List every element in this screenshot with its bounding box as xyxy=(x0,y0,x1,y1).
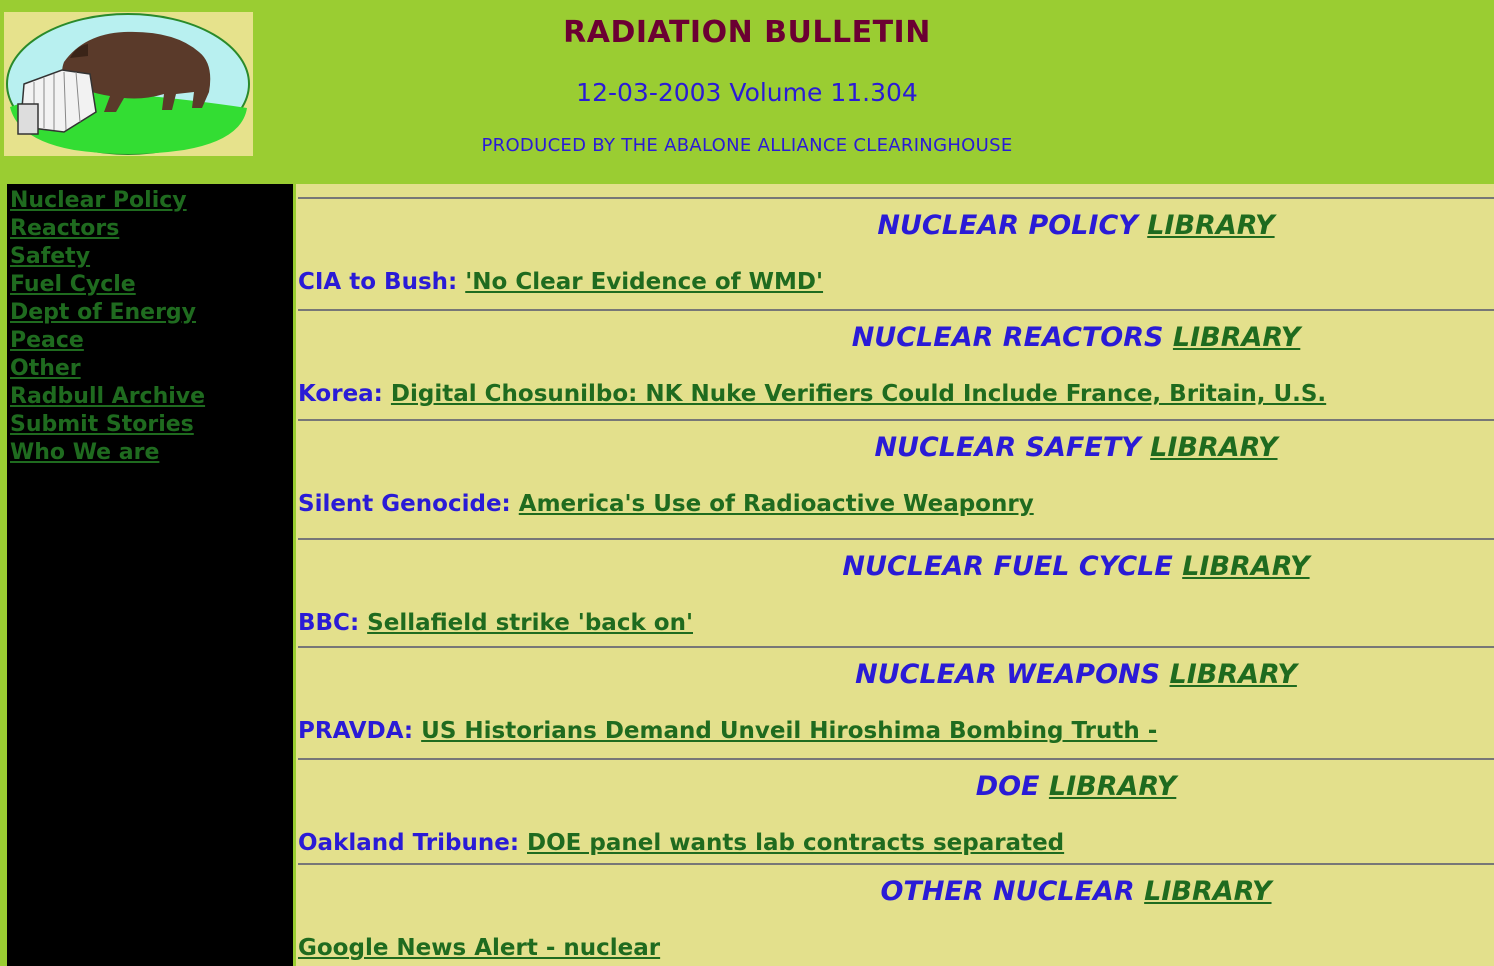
sidebar-link-reactors[interactable]: Reactors xyxy=(10,216,119,241)
story-item: Silent Genocide: America's Use of Radioa… xyxy=(298,491,1034,517)
sidebar-item-submit-stories: Submit Stories xyxy=(10,411,293,439)
sidebar-item-who-we-are: Who We are xyxy=(10,439,293,467)
story-item: BBC: Sellafield strike 'back on' xyxy=(298,610,693,636)
library-link-nuclear-reactors[interactable]: LIBRARY xyxy=(1173,322,1300,353)
sidebar-link-safety[interactable]: Safety xyxy=(10,244,90,269)
section-divider xyxy=(298,646,1494,648)
sidebar-link-who-we-are[interactable]: Who We are xyxy=(10,440,159,465)
story-link[interactable]: Sellafield strike 'back on' xyxy=(367,610,693,636)
sidebar-link-submit-stories[interactable]: Submit Stories xyxy=(10,412,194,437)
sidebar-link-peace[interactable]: Peace xyxy=(10,328,84,353)
sidebar-item-safety: Safety xyxy=(10,243,293,271)
library-link-nuclear-safety[interactable]: LIBRARY xyxy=(1150,432,1277,463)
sidebar-link-fuel-cycle[interactable]: Fuel Cycle xyxy=(10,272,136,297)
issue-date-volume: 12-03-2003 Volume 11.304 xyxy=(576,78,918,107)
section-divider xyxy=(298,538,1494,540)
section-heading: NUCLEAR POLICY LIBRARY xyxy=(296,210,1494,241)
library-link-nuclear-fuel-cycle[interactable]: LIBRARY xyxy=(1182,551,1309,582)
story-link[interactable]: America's Use of Radioactive Weaponry xyxy=(519,491,1034,517)
bulletin-content: NUCLEAR POLICY LIBRARY CIA to Bush: 'No … xyxy=(296,184,1494,966)
section-heading: NUCLEAR WEAPONS LIBRARY xyxy=(296,659,1494,690)
story-link[interactable]: Digital Chosunilbo: NK Nuke Verifiers Co… xyxy=(391,381,1326,407)
story-link[interactable]: 'No Clear Evidence of WMD' xyxy=(465,269,823,295)
sidebar-link-radbull-archive[interactable]: Radbull Archive xyxy=(10,384,205,409)
library-link-nuclear-policy[interactable]: LIBRARY xyxy=(1147,210,1274,241)
section-heading-label: DOE xyxy=(975,771,1040,802)
producer-credit: PRODUCED BY THE ABALONE ALLIANCE CLEARIN… xyxy=(481,135,1013,156)
sidebar-link-other[interactable]: Other xyxy=(10,356,81,381)
sidebar-item-peace: Peace xyxy=(10,327,293,355)
section-divider xyxy=(298,758,1494,760)
sidebar-item-radbull-archive: Radbull Archive xyxy=(10,383,293,411)
sidebar-link-nuclear-policy[interactable]: Nuclear Policy xyxy=(10,188,187,213)
sidebar-item-nuclear-policy: Nuclear Policy xyxy=(10,187,293,215)
library-link-other-nuclear[interactable]: LIBRARY xyxy=(1144,876,1271,907)
section-heading: NUCLEAR SAFETY LIBRARY xyxy=(296,432,1494,463)
story-link[interactable]: Google News Alert - nuclear xyxy=(298,935,660,961)
story-link[interactable]: DOE panel wants lab contracts separated xyxy=(527,830,1064,856)
section-heading-label: NUCLEAR POLICY xyxy=(877,210,1138,241)
story-item: PRAVDA: US Historians Demand Unveil Hiro… xyxy=(298,718,1157,744)
library-link-nuclear-weapons[interactable]: LIBRARY xyxy=(1170,659,1297,690)
section-heading-label: OTHER NUCLEAR xyxy=(880,876,1135,907)
story-item: Oakland Tribune: DOE panel wants lab con… xyxy=(298,830,1064,856)
section-divider xyxy=(298,863,1494,865)
library-link-doe[interactable]: LIBRARY xyxy=(1049,771,1176,802)
section-heading: NUCLEAR FUEL CYCLE LIBRARY xyxy=(296,551,1494,582)
sidebar-nav: Nuclear Policy Reactors Safety Fuel Cycl… xyxy=(7,184,293,966)
story-item: Korea: Digital Chosunilbo: NK Nuke Verif… xyxy=(298,381,1326,407)
story-link[interactable]: US Historians Demand Unveil Hiroshima Bo… xyxy=(421,718,1157,744)
section-heading: DOE LIBRARY xyxy=(296,771,1494,802)
section-heading-label: NUCLEAR WEAPONS xyxy=(855,659,1161,690)
sidebar-item-dept-of-energy: Dept of Energy xyxy=(10,299,293,327)
story-source: Oakland Tribune: xyxy=(298,830,520,856)
story-source: BBC: xyxy=(298,610,360,636)
section-heading-label: NUCLEAR SAFETY xyxy=(874,432,1141,463)
sidebar-item-other: Other xyxy=(10,355,293,383)
story-item: CIA to Bush: 'No Clear Evidence of WMD' xyxy=(298,269,823,295)
section-heading-label: NUCLEAR REACTORS xyxy=(851,322,1164,353)
sidebar-item-reactors: Reactors xyxy=(10,215,293,243)
story-source: CIA to Bush: xyxy=(298,269,458,295)
page-title: RADIATION BULLETIN xyxy=(563,15,931,50)
sidebar-item-fuel-cycle: Fuel Cycle xyxy=(10,271,293,299)
section-divider xyxy=(298,309,1494,311)
section-heading: OTHER NUCLEAR LIBRARY xyxy=(296,876,1494,907)
section-heading-label: NUCLEAR FUEL CYCLE xyxy=(842,551,1173,582)
story-source: PRAVDA: xyxy=(298,718,414,744)
story-item: Google News Alert - nuclear xyxy=(298,935,660,961)
section-divider xyxy=(298,419,1494,421)
sidebar-link-dept-of-energy[interactable]: Dept of Energy xyxy=(10,300,196,325)
story-source: Korea: xyxy=(298,381,383,407)
story-source: Silent Genocide: xyxy=(298,491,511,517)
section-divider xyxy=(298,197,1494,199)
section-heading: NUCLEAR REACTORS LIBRARY xyxy=(296,322,1494,353)
